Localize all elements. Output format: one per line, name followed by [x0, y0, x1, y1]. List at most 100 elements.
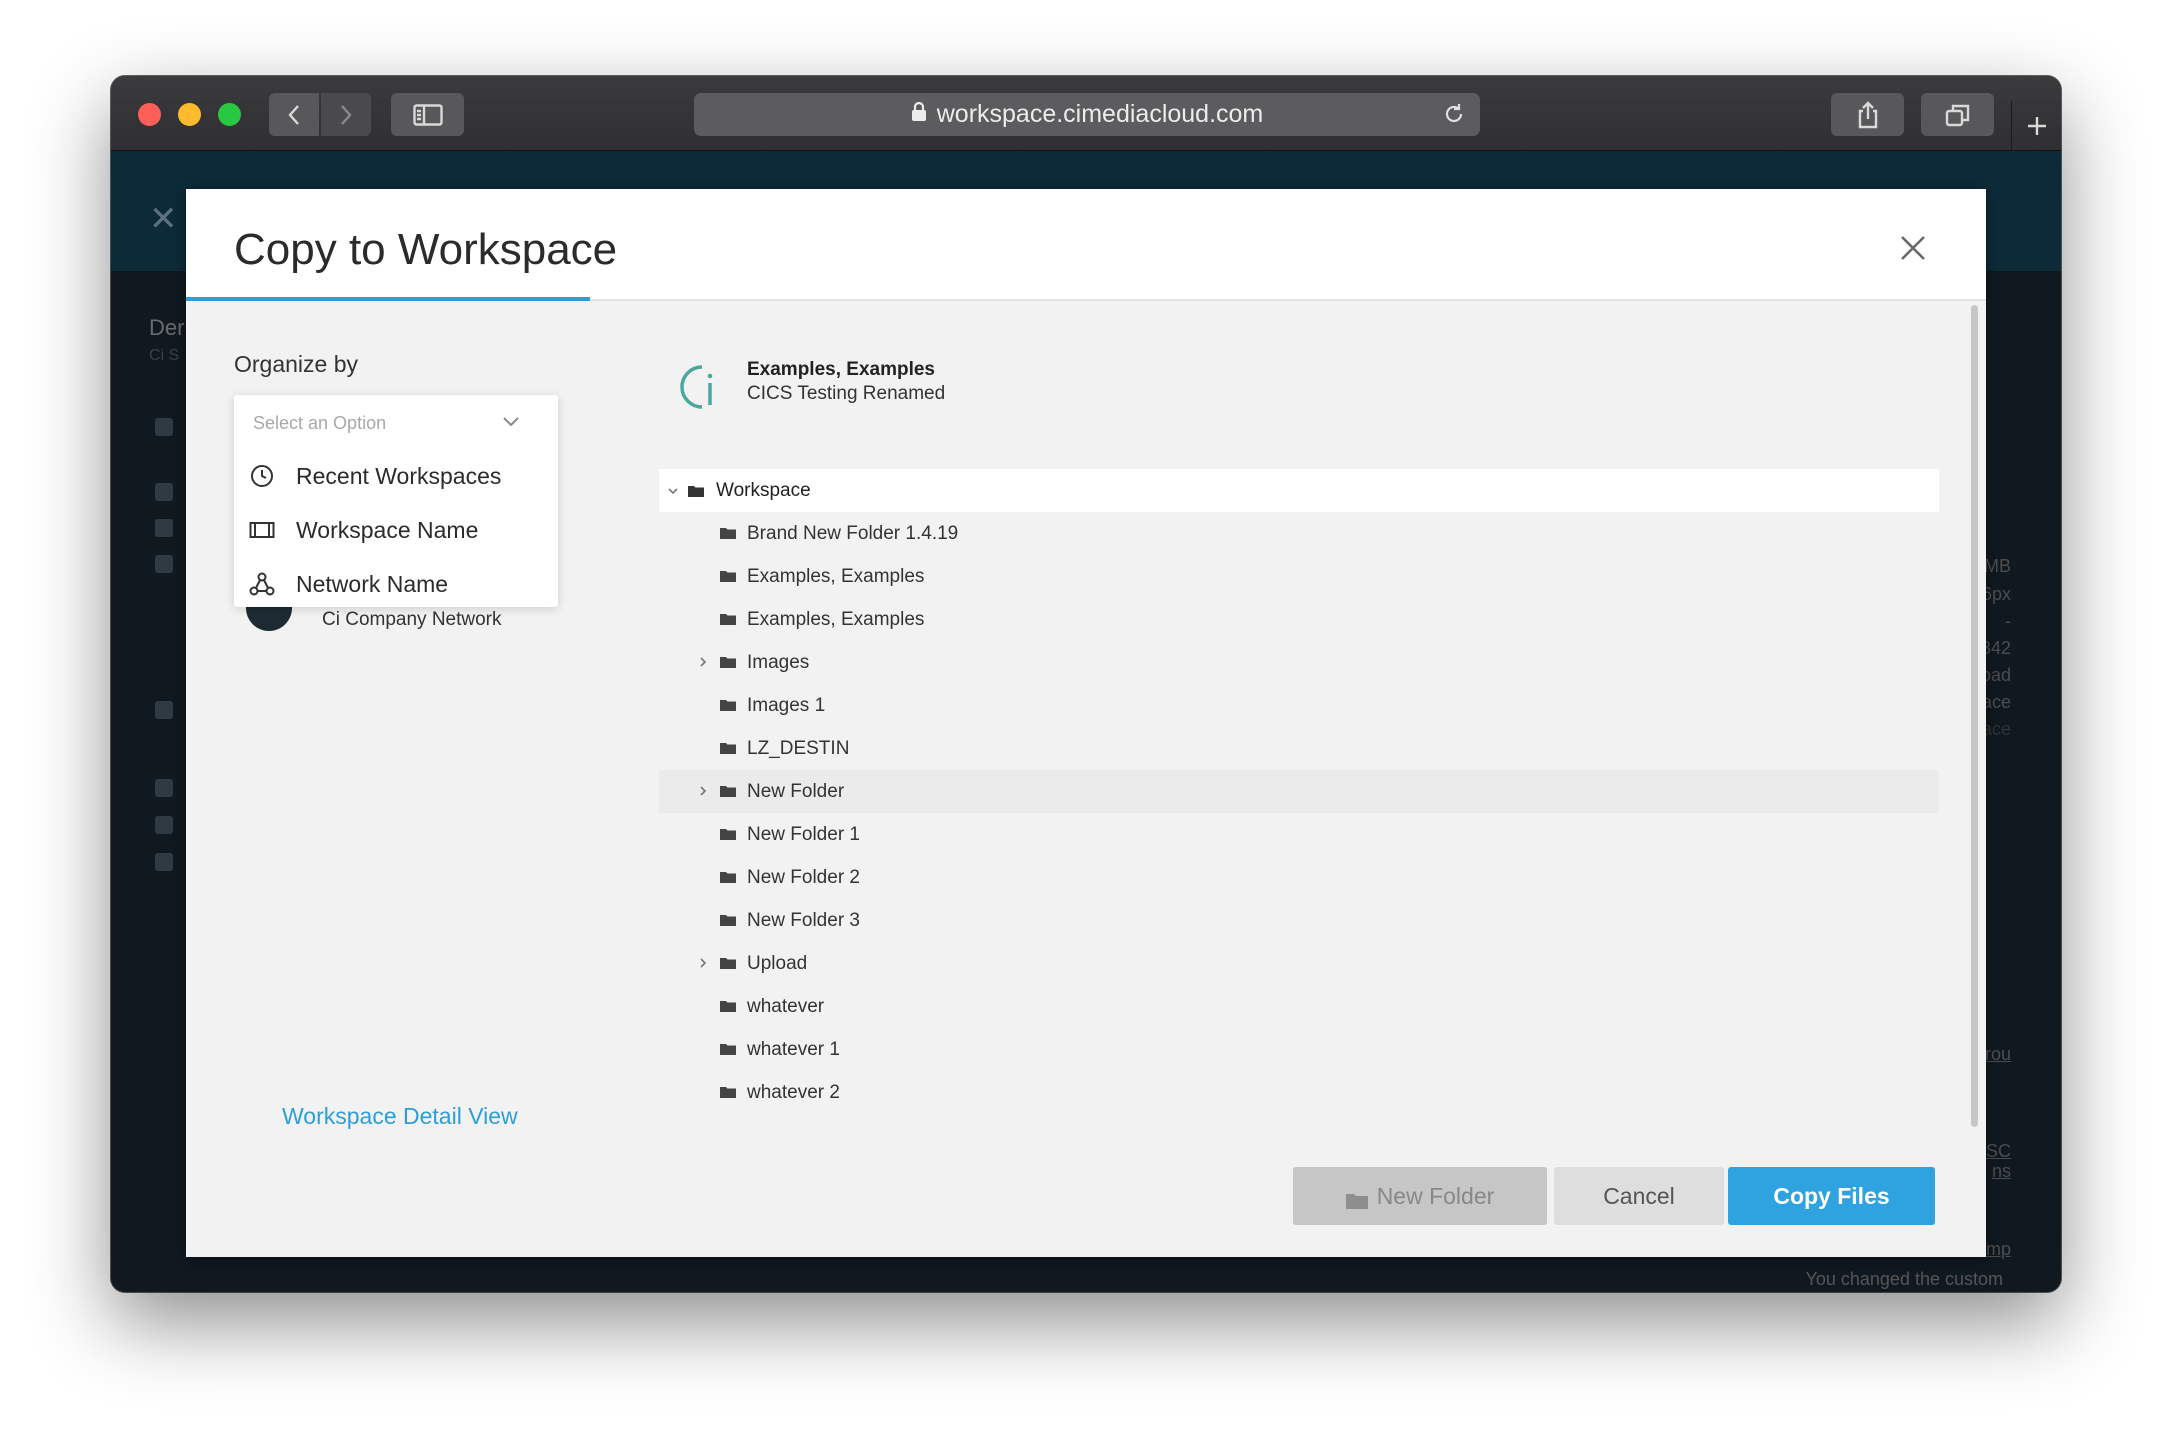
- dim-notification: You changed the custom: [1805, 1269, 2003, 1289]
- folder-icon: [720, 870, 736, 883]
- chevron-down-icon[interactable]: [667, 484, 679, 496]
- folder-icon: [720, 956, 736, 969]
- option-label: Workspace Name: [296, 516, 479, 543]
- plus-icon: [2027, 117, 2046, 135]
- folder-icon: [720, 913, 736, 926]
- chevron-right-icon: [341, 104, 352, 125]
- new-folder-label: New Folder: [1376, 1182, 1495, 1209]
- tree-folder-item[interactable]: Upload: [659, 942, 1939, 985]
- tree-folder-item[interactable]: Images: [659, 641, 1939, 684]
- folder-icon: [720, 741, 736, 754]
- close-icon: [1901, 236, 1925, 260]
- option-workspace-name[interactable]: Workspace Name: [234, 503, 558, 557]
- tree-folder-item[interactable]: New Folder 2: [659, 856, 1939, 899]
- close-modal-button[interactable]: [1900, 235, 1926, 261]
- sidebar-toggle-button[interactable]: [391, 93, 464, 136]
- folder-icon: [688, 484, 704, 497]
- forward-button[interactable]: [321, 93, 371, 136]
- folder-icon: [720, 526, 736, 539]
- share-icon: [1858, 100, 1877, 128]
- tree-label: LZ_DESTIN: [747, 738, 850, 759]
- tree-folder-item[interactable]: whatever 2: [659, 1071, 1939, 1114]
- dim-text: -: [2005, 611, 2011, 631]
- app-side-subtitle: Ci S: [149, 347, 180, 364]
- option-network-name[interactable]: Network Name: [234, 557, 558, 611]
- close-window-button[interactable]: [138, 103, 161, 126]
- folder-icon: [720, 698, 736, 711]
- zoom-window-button[interactable]: [218, 103, 241, 126]
- tree-label: Examples, Examples: [747, 609, 925, 630]
- dim-link: ns: [1991, 1161, 2011, 1181]
- workspace-owner-network: CICS Testing Renamed: [747, 383, 946, 404]
- tree-label: Examples, Examples: [747, 566, 925, 587]
- folder-icon: [720, 612, 736, 625]
- folder-icon: [1345, 1188, 1368, 1209]
- dim-text: MB: [1984, 556, 2011, 576]
- copy-to-workspace-modal: Copy to Workspace Organize by Ci Company…: [186, 189, 1986, 1257]
- network-icon: [248, 570, 276, 598]
- folder-icon: [720, 827, 736, 840]
- ci-logo-icon: [672, 361, 724, 413]
- clock-icon: [248, 462, 276, 490]
- new-folder-button[interactable]: New Folder: [1293, 1167, 1547, 1225]
- organize-by-dropdown[interactable]: Select an Option Recent Workspaces Works…: [234, 395, 558, 607]
- tree-folder-item[interactable]: Examples, Examples: [659, 598, 1939, 641]
- dim-link: rou: [1984, 1044, 2011, 1064]
- dim-icon: [155, 555, 173, 573]
- folder-icon: [720, 1085, 736, 1098]
- dim-icon: [155, 483, 173, 501]
- back-button[interactable]: [269, 93, 319, 136]
- share-button[interactable]: [1831, 93, 1904, 136]
- tree-label: Workspace: [716, 480, 811, 501]
- folder-icon: [720, 655, 736, 668]
- lock-icon: [911, 100, 927, 129]
- tree-label: New Folder 2: [747, 867, 860, 888]
- tree-folder-item[interactable]: New Folder: [659, 770, 1939, 813]
- tree-root-workspace[interactable]: Workspace: [659, 469, 1939, 512]
- tree-folder-item[interactable]: Brand New Folder 1.4.19: [659, 512, 1939, 555]
- show-tabs-button[interactable]: [1921, 93, 1994, 136]
- dim-icon: [155, 519, 173, 537]
- minimize-window-button[interactable]: [178, 103, 201, 126]
- address-bar[interactable]: workspace.cimediacloud.com: [694, 93, 1480, 136]
- sidebar-icon: [412, 103, 443, 126]
- app-side-title: Der: [149, 315, 185, 340]
- option-label: Network Name: [296, 570, 449, 597]
- url-text: workspace.cimediacloud.com: [936, 100, 1264, 128]
- tree-folder-item[interactable]: Images 1: [659, 684, 1939, 727]
- tree-folder-item[interactable]: Examples, Examples: [659, 555, 1939, 598]
- cancel-button[interactable]: Cancel: [1554, 1167, 1724, 1225]
- chevron-right-icon[interactable]: [697, 956, 709, 968]
- tree-folder-item[interactable]: New Folder 3: [659, 899, 1939, 942]
- dim-icon: [155, 853, 173, 871]
- tree-folder-item[interactable]: LZ_DESTIN: [659, 727, 1939, 770]
- chevron-left-icon: [288, 104, 299, 125]
- dropdown-placeholder: Select an Option: [253, 413, 387, 433]
- tree-label: whatever 1: [747, 1039, 840, 1060]
- option-recent-workspaces[interactable]: Recent Workspaces: [234, 449, 558, 503]
- tree-folder-item[interactable]: whatever: [659, 985, 1939, 1028]
- folder-icon: [720, 999, 736, 1012]
- chevron-right-icon[interactable]: [697, 784, 709, 796]
- copy-files-button[interactable]: Copy Files: [1728, 1167, 1935, 1225]
- dim-link: SC: [1985, 1141, 2011, 1161]
- scrollbar[interactable]: [1971, 305, 1978, 1127]
- modal-header: Copy to Workspace: [186, 189, 1986, 301]
- tree-label: New Folder 3: [747, 910, 860, 931]
- new-tab-button[interactable]: [2011, 101, 2061, 151]
- tree-label: Images 1: [747, 695, 826, 716]
- reload-icon[interactable]: [1442, 102, 1466, 133]
- folder-icon: [720, 569, 736, 582]
- tree-folder-item[interactable]: whatever 1: [659, 1028, 1939, 1071]
- dropdown-select[interactable]: Select an Option: [234, 395, 558, 451]
- tree-label: Upload: [747, 953, 808, 974]
- tabs-icon: [1945, 104, 1969, 126]
- tree-folder-item[interactable]: New Folder 1: [659, 813, 1939, 856]
- tree-label: Images: [747, 652, 810, 673]
- workspace-detail-view-link[interactable]: Workspace Detail View: [282, 1103, 518, 1130]
- chevron-right-icon[interactable]: [697, 655, 709, 667]
- option-label: Recent Workspaces: [296, 462, 502, 489]
- dim-icon: [155, 779, 173, 797]
- dim-icon: [155, 701, 173, 719]
- organize-by-label: Organize by: [234, 351, 359, 377]
